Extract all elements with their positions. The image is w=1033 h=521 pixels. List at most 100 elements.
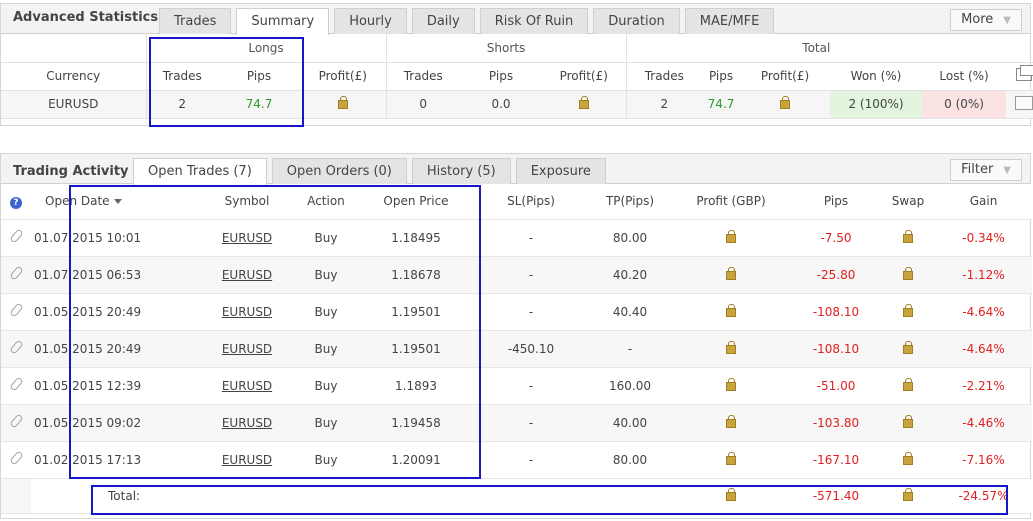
header-long-pips: Pips (218, 62, 300, 91)
open-trades-table: ? Open Date Symbol Action Open Price SL(… (1, 184, 1032, 514)
help-icon: ? (10, 196, 22, 209)
header-total-pips: Pips (702, 62, 741, 91)
summary-table: Longs Shorts Total Currency Trades Pips … (1, 34, 1033, 119)
table-row[interactable]: 01.05.2015 09:02 EURUSD Buy 1.19458-40.00 -1… (1, 404, 1032, 442)
filter-button[interactable]: Filter ▼ (950, 159, 1022, 181)
tab-open-orders[interactable]: Open Orders (0) (271, 158, 407, 184)
lock-icon (780, 96, 791, 109)
table-row[interactable]: 01.05.2015 20:49 EURUSD Buy 1.19501-40.40 -1… (1, 293, 1032, 331)
tab-summary[interactable]: Summary (236, 8, 330, 35)
advanced-statistics-panel: Advanced Statistics Trades Summary Hourl… (0, 3, 1033, 126)
table-header-row: ? Open Date Symbol Action Open Price SL(… (1, 184, 1032, 220)
trading-activity-panel: Trading Activity Open Trades (7) Open Or… (0, 153, 1032, 519)
total-profit-cell (671, 478, 791, 514)
total-swap-cell (881, 478, 935, 514)
pips-cell: -103.80 (791, 404, 881, 442)
open-price-cell: 1.19458 (359, 404, 473, 442)
row-attach[interactable] (1, 219, 31, 257)
header-symbol[interactable]: Symbol (201, 184, 293, 220)
paperclip-icon (8, 302, 24, 318)
symbol-link[interactable]: EURUSD (201, 256, 293, 294)
lock-icon (726, 266, 736, 280)
symbol-link[interactable]: EURUSD (201, 367, 293, 405)
row-attach[interactable] (1, 404, 31, 442)
pips-cell: -51.00 (791, 367, 881, 405)
tab-hourly[interactable]: Hourly (334, 8, 407, 34)
header-sl[interactable]: SL(Pips) (473, 184, 589, 220)
header-open-date[interactable]: Open Date (31, 184, 201, 220)
row-attach[interactable] (1, 441, 31, 479)
chart-icon (1014, 95, 1033, 110)
header-action[interactable]: Action (293, 184, 359, 220)
total-pips-cell: -571.40 (791, 478, 881, 514)
table-row[interactable]: 01.05.2015 12:39 EURUSD Buy 1.1893-160.00 -5… (1, 367, 1032, 405)
trading-activity-tabs: Open Trades (7) Open Orders (0) History … (133, 158, 611, 185)
symbol-link[interactable]: EURUSD (201, 330, 293, 368)
more-button[interactable]: More ▼ (950, 9, 1022, 31)
total-trades-cell: 2 (625, 90, 703, 119)
lock-icon (903, 487, 913, 501)
profit-cell (671, 256, 791, 294)
total-row: Total: -571.40 -24.57% (1, 478, 1032, 514)
lock-icon (903, 451, 913, 465)
header-gain[interactable]: Gain (935, 184, 1032, 220)
tp-cell: - (589, 330, 671, 368)
tab-trades[interactable]: Trades (159, 8, 232, 34)
chevron-down-icon: ▼ (1003, 15, 1011, 26)
total-pips-cell: 74.7 (702, 90, 741, 119)
row-attach[interactable] (1, 256, 31, 294)
tab-open-trades[interactable]: Open Trades (7) (133, 158, 267, 185)
header-pips[interactable]: Pips (791, 184, 881, 220)
lock-icon (337, 96, 348, 109)
header-won: Won (%) (830, 62, 923, 91)
tp-cell: 40.20 (589, 256, 671, 294)
header-profit[interactable]: Profit (GBP) (671, 184, 791, 220)
open-price-cell: 1.19501 (359, 330, 473, 368)
open-date-cell: 01.05.2015 20:49 (31, 330, 201, 368)
header-tp[interactable]: TP(Pips) (589, 184, 671, 220)
sl-cell: - (473, 367, 589, 405)
tab-duration[interactable]: Duration (593, 8, 680, 34)
row-attach[interactable] (1, 293, 31, 331)
row-attach[interactable] (1, 330, 31, 368)
action-cell: Buy (293, 441, 359, 479)
header-open-price[interactable]: Open Price (359, 184, 473, 220)
table-row[interactable]: 01.02.2015 17:13 EURUSD Buy 1.20091-80.00 -1… (1, 441, 1032, 479)
header-swap[interactable]: Swap (881, 184, 935, 220)
tab-history[interactable]: History (5) (411, 158, 511, 184)
tp-cell: 80.00 (589, 441, 671, 479)
chart-button[interactable] (1006, 90, 1033, 119)
pips-cell: -7.50 (791, 219, 881, 257)
row-attach[interactable] (1, 367, 31, 405)
open-date-cell: 01.05.2015 12:39 (31, 367, 201, 405)
group-total: Total (625, 34, 1007, 63)
tab-mae-mfe[interactable]: MAE/MFE (684, 8, 775, 34)
lock-icon (578, 96, 589, 109)
header-currency: Currency (1, 62, 146, 91)
symbol-link[interactable]: EURUSD (201, 404, 293, 442)
table-row[interactable]: 01.07.2015 06:53 EURUSD Buy 1.18678-40.20 -2… (1, 256, 1032, 294)
profit-cell (671, 293, 791, 331)
lock-icon (726, 414, 736, 428)
tab-exposure[interactable]: Exposure (515, 158, 606, 184)
help-button[interactable]: ? (1, 184, 31, 220)
total-profit-cell (740, 90, 831, 119)
symbol-link[interactable]: EURUSD (201, 219, 293, 257)
tab-daily[interactable]: Daily (411, 8, 475, 34)
tab-risk-of-ruin[interactable]: Risk Of Ruin (479, 8, 589, 34)
short-trades-cell: 0 (385, 90, 460, 119)
currency-cell: EURUSD (1, 90, 146, 119)
sl-cell: - (473, 256, 589, 294)
profit-cell (671, 219, 791, 257)
header-lost: Lost (%) (922, 62, 1007, 91)
symbol-link[interactable]: EURUSD (201, 293, 293, 331)
columns-toggle[interactable] (1006, 62, 1033, 91)
gain-cell: -1.12% (935, 256, 1032, 294)
open-date-cell: 01.02.2015 17:13 (31, 441, 201, 479)
symbol-link[interactable]: EURUSD (201, 441, 293, 479)
action-cell: Buy (293, 293, 359, 331)
table-row[interactable]: 01.07.2015 10:01 EURUSD Buy 1.18495-80.00 -7… (1, 219, 1032, 257)
pips-cell: -108.10 (791, 330, 881, 368)
table-row[interactable]: 01.05.2015 20:49 EURUSD Buy 1.19501 -450.10-… (1, 330, 1032, 368)
group-header-row: Longs Shorts Total (1, 34, 1033, 63)
